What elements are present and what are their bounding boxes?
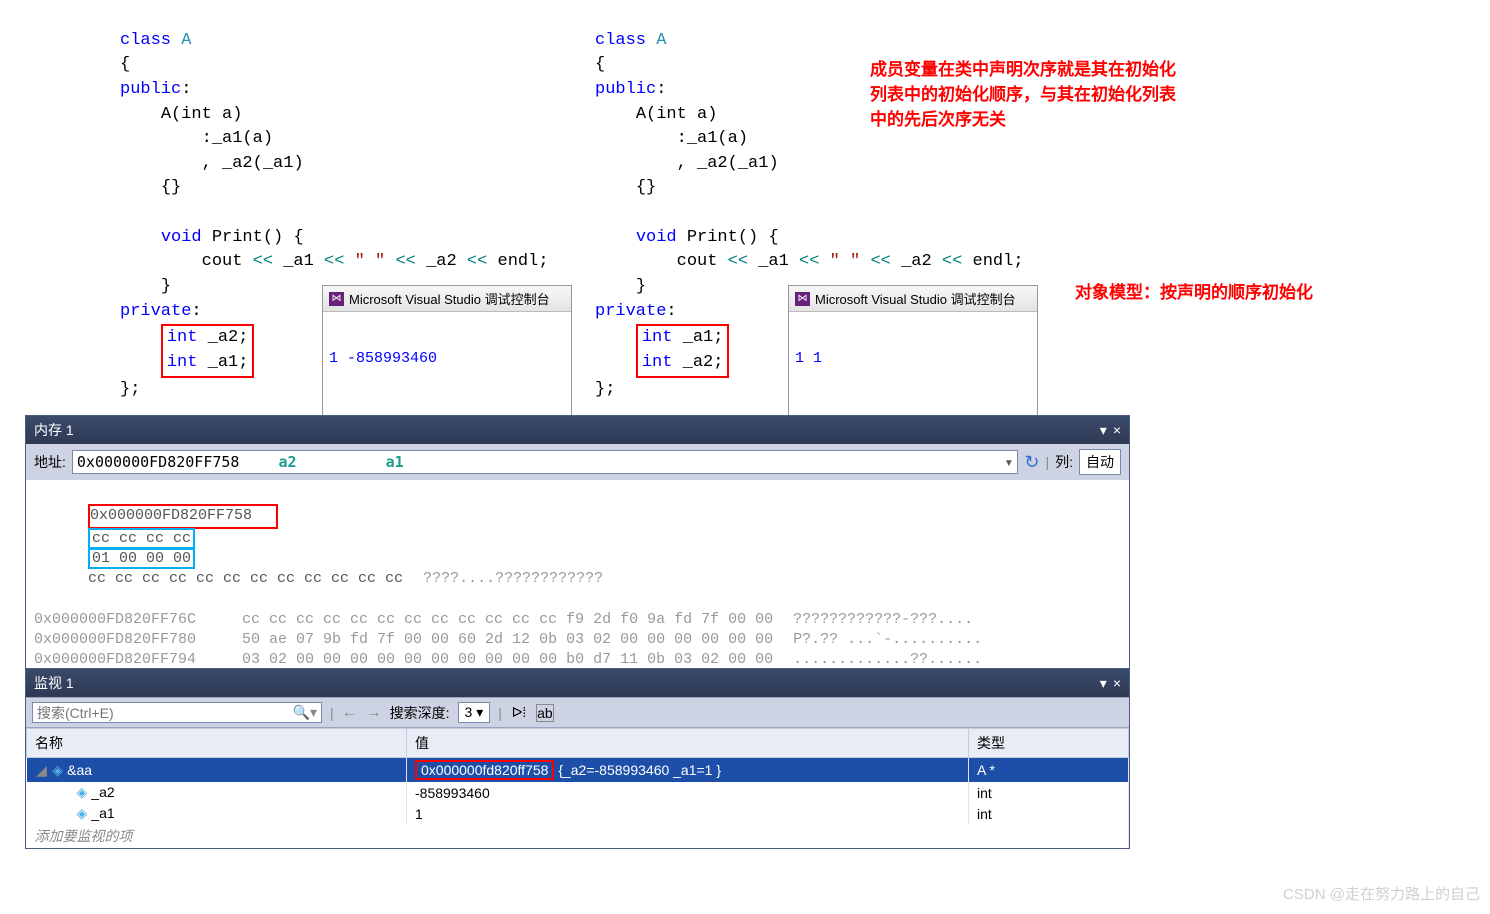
field-icon: ◈ — [77, 805, 88, 821]
search-icon[interactable]: 🔍 — [293, 704, 310, 721]
a2-label: a2 — [278, 453, 296, 471]
field-icon: ◈ — [77, 784, 88, 800]
watch-addr-highlight: 0x000000fd820ff758 — [415, 760, 554, 780]
hex-a2-box: cc cc cc cc — [88, 528, 195, 549]
tree-icon[interactable]: ᐅ⁞ — [510, 704, 528, 722]
a1-label: a1 — [386, 453, 404, 471]
depth-label: 搜索深度: — [390, 703, 450, 723]
watch-table: 名称 值 类型 ◢ ◈&aa 0x000000fd820ff758 {_a2=-… — [26, 728, 1129, 848]
console-title-left: ⋈Microsoft Visual Studio 调试控制台 — [323, 286, 571, 312]
dropdown-icon[interactable]: ▾ — [1100, 675, 1107, 691]
watermark: CSDN @走在努力路上的自己 — [1283, 883, 1480, 904]
nav-forward-icon[interactable]: → — [366, 704, 382, 722]
watch-search[interactable]: 🔍▾ — [32, 702, 322, 723]
console-output-left: 1 -858993460 — [329, 350, 565, 367]
columns-label: 列: — [1055, 452, 1073, 472]
address-input[interactable]: 0x000000FD820FF758 a2 a1 ▾ — [72, 450, 1018, 474]
object-icon: ◈ — [52, 762, 63, 778]
annotation-init-order: 成员变量在类中声明次序就是其在初始化 列表中的初始化顺序，与其在初始化列表 中的… — [870, 55, 1250, 130]
members-left-box: int _a2; int _a1; — [161, 324, 255, 377]
vs-icon: ⋈ — [329, 292, 344, 306]
highlight-icon[interactable]: ab — [536, 704, 554, 722]
nav-back-icon[interactable]: ← — [342, 704, 358, 722]
watch-row-a1[interactable]: ◈_a1 1 int — [27, 803, 1129, 824]
col-value[interactable]: 值 — [407, 729, 969, 758]
memory-header: 内存 1 ▾× — [26, 416, 1129, 444]
annotation-object-model: 对象模型：按声明的顺序初始化 — [1075, 278, 1313, 303]
console-output-right: 1 1 — [795, 350, 1031, 367]
hex-a1-box: 01 00 00 00 — [88, 548, 195, 569]
watch-row-a2[interactable]: ◈_a2 -858993460 int — [27, 782, 1129, 803]
close-icon[interactable]: × — [1113, 675, 1121, 691]
watch-header: 监视 1 ▾× — [26, 669, 1129, 697]
col-type[interactable]: 类型 — [969, 729, 1129, 758]
chevron-down-icon[interactable]: ▾ — [310, 704, 317, 721]
collapse-icon[interactable]: ◢ — [35, 762, 49, 779]
depth-select[interactable]: 3 ▾ — [458, 702, 491, 723]
watch-window: 监视 1 ▾× 🔍▾ | ← → 搜索深度: 3 ▾ | ᐅ⁞ ab 名称 值 … — [25, 668, 1130, 849]
chevron-down-icon[interactable]: ▾ — [1004, 453, 1013, 471]
col-name[interactable]: 名称 — [27, 729, 407, 758]
address-label: 地址: — [34, 452, 66, 472]
columns-select[interactable]: 自动 — [1079, 449, 1121, 475]
refresh-icon[interactable]: ↻ — [1024, 452, 1039, 473]
console-title-right: ⋈Microsoft Visual Studio 调试控制台 — [789, 286, 1037, 312]
memory-address-highlight: 0x000000FD820FF758 — [88, 504, 278, 528]
dropdown-icon[interactable]: ▾ — [1100, 422, 1107, 438]
close-icon[interactable]: × — [1113, 422, 1121, 438]
watch-add-item[interactable]: 添加要监视的项 — [27, 824, 1129, 848]
vs-icon: ⋈ — [795, 292, 810, 306]
members-right-box: int _a1; int _a2; — [636, 324, 730, 377]
watch-row-aa[interactable]: ◢ ◈&aa 0x000000fd820ff758 {_a2=-85899346… — [27, 758, 1129, 783]
